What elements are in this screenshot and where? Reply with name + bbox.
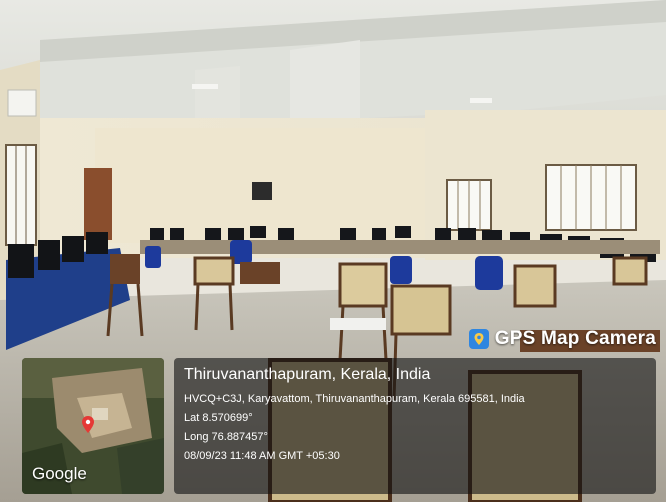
gps-map-camera-title: GPS Map Camera (494, 328, 656, 349)
latitude: Lat 8.570699° (184, 412, 253, 424)
timestamp: 08/09/23 11:48 AM GMT +05:30 (184, 450, 340, 462)
location-city: Thiruvananthapuram, Kerala, India (184, 366, 431, 383)
photo-scene: GPS Map Camera Google Thiruvananthapuram… (0, 0, 666, 502)
longitude: Long 76.887457° (184, 431, 268, 443)
location-info-panel: Thiruvananthapuram, Kerala, India HVCQ+C… (174, 358, 656, 494)
map-pin-icon (468, 329, 489, 349)
google-logo: Google (32, 464, 87, 483)
location-address: HVCQ+C3J, Karyavattom, Thiruvananthapura… (184, 393, 525, 405)
gps-map-camera-badge: GPS Map Camera (468, 328, 656, 350)
